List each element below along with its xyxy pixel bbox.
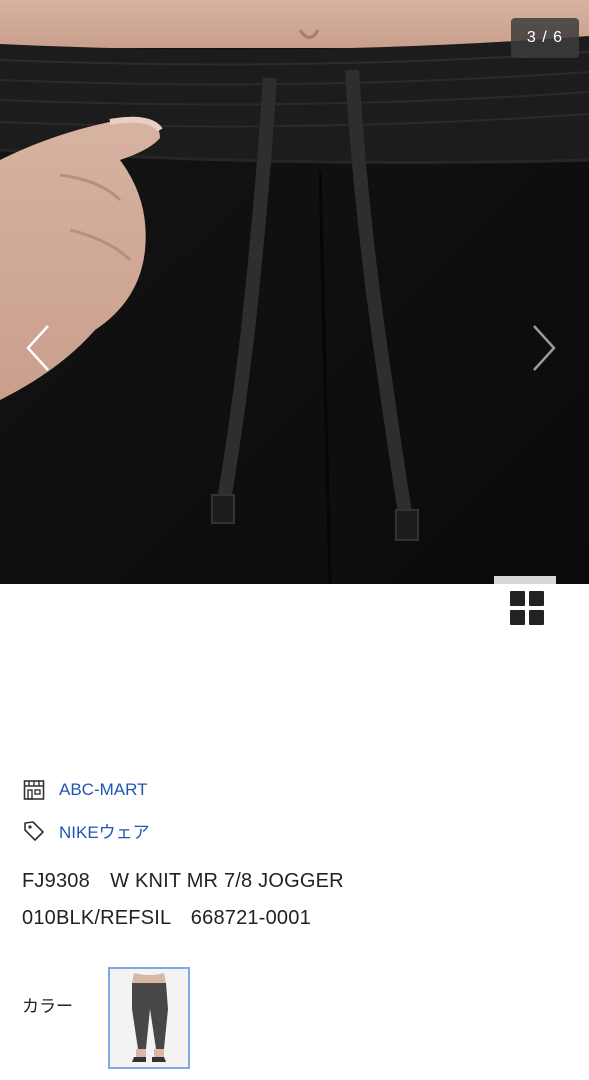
- product-thumbnail: [110, 969, 188, 1067]
- image-counter: 3 / 6: [511, 18, 579, 58]
- category-link[interactable]: NIKEウェア: [59, 818, 150, 843]
- color-swatch[interactable]: [108, 967, 190, 1069]
- product-photo: [0, 0, 589, 584]
- product-code: 010BLK/REFSIL 668721-0001: [22, 907, 311, 929]
- color-label: カラー: [22, 997, 73, 1016]
- grid-view-icon: [510, 591, 544, 625]
- product-image-gallery[interactable]: 3 / 6: [0, 0, 589, 584]
- grid-button-bar: [494, 576, 556, 584]
- shop-link[interactable]: ABC-MART: [59, 780, 147, 800]
- chevron-left-icon: [26, 325, 49, 371]
- next-image-button[interactable]: [524, 318, 564, 378]
- grid-view-button[interactable]: [494, 576, 556, 632]
- tag-icon: [24, 820, 44, 841]
- previous-image-button[interactable]: [18, 318, 58, 378]
- product-name: FJ9308 W KNIT MR 7/8 JOGGER: [22, 870, 344, 892]
- category-row: NIKEウェア: [22, 818, 150, 843]
- chevron-right-icon: [533, 325, 556, 371]
- shop-row: ABC-MART: [22, 778, 147, 802]
- store-icon: [23, 780, 45, 800]
